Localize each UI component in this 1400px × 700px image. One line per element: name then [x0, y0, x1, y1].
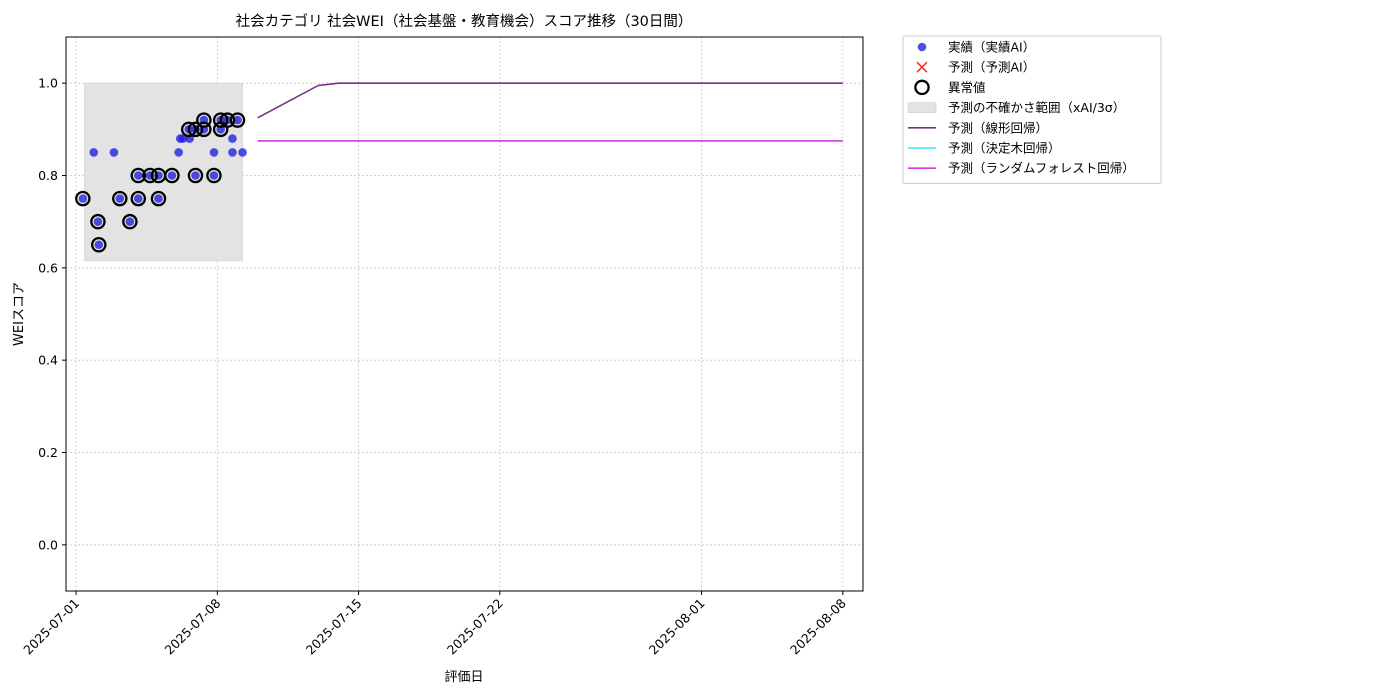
y-axis-label: WEIスコア [12, 282, 27, 346]
y-tick-label: 0.8 [38, 168, 58, 183]
y-tick-label: 0.0 [38, 537, 58, 552]
data-point [134, 194, 143, 203]
x-tick-label: 2025-08-08 [787, 595, 849, 657]
data-point [78, 194, 88, 203]
chart-title: 社会カテゴリ 社会WEI（社会基盤・教育機会）スコア推移（30日間） [236, 12, 693, 30]
legend-label: 実績（実績AI） [948, 40, 1035, 55]
data-point [115, 194, 125, 203]
data-point [238, 148, 247, 157]
x-tick-label: 2025-07-22 [444, 596, 506, 658]
legend-marker-actual [917, 42, 927, 52]
x-axis-label: 評価日 [444, 670, 483, 685]
data-point [125, 217, 135, 226]
chart-canvas: 社会カテゴリ 社会WEI（社会基盤・教育機会）スコア推移（30日間） 0.00.… [12, 12, 1162, 685]
data-point [154, 194, 163, 203]
data-point [89, 148, 99, 157]
data-point [228, 148, 237, 157]
data-point [94, 240, 104, 250]
legend-label: 予測（線形回帰） [948, 120, 1048, 135]
legend-label: 予測（ランダムフォレスト回帰） [948, 161, 1135, 176]
legend-swatch-band [907, 102, 937, 113]
legend-label: 予測の不確かさ範囲（xAI/3σ） [948, 100, 1125, 115]
series-line [257, 82, 843, 119]
data-point [228, 134, 237, 143]
legend-label: 予測（決定木回帰） [948, 141, 1061, 156]
legend: 実績（実績AI） 予測（予測AI） 異常値予測の不確かさ範囲（xAI/3σ） 予測（線… [902, 35, 1162, 184]
y-tick-label: 1.0 [38, 76, 58, 91]
x-tick-label: 2025-07-15 [303, 596, 365, 658]
data-point [209, 171, 219, 180]
data-point [174, 148, 183, 157]
data-point [167, 171, 177, 180]
legend-label: 予測（予測AI） [948, 60, 1035, 75]
data-point [109, 148, 119, 157]
data-point [209, 148, 219, 157]
y-tick-label: 0.6 [38, 260, 58, 275]
x-tick-label: 2025-08-01 [646, 596, 708, 658]
y-tick-label: 0.4 [38, 353, 58, 368]
legend-label: 異常値 [948, 80, 986, 95]
x-tick-label: 2025-07-08 [161, 595, 223, 657]
plot-area: 0.0 0.2 0.4 0.6 0.8 1.0 2025-07-01 2025-07-08 20… [20, 36, 864, 658]
data-point [93, 217, 103, 226]
x-tick-label: 2025-07-01 [20, 596, 82, 658]
data-point [191, 171, 200, 180]
data-point [134, 171, 143, 180]
y-tick-label: 0.2 [38, 445, 58, 460]
